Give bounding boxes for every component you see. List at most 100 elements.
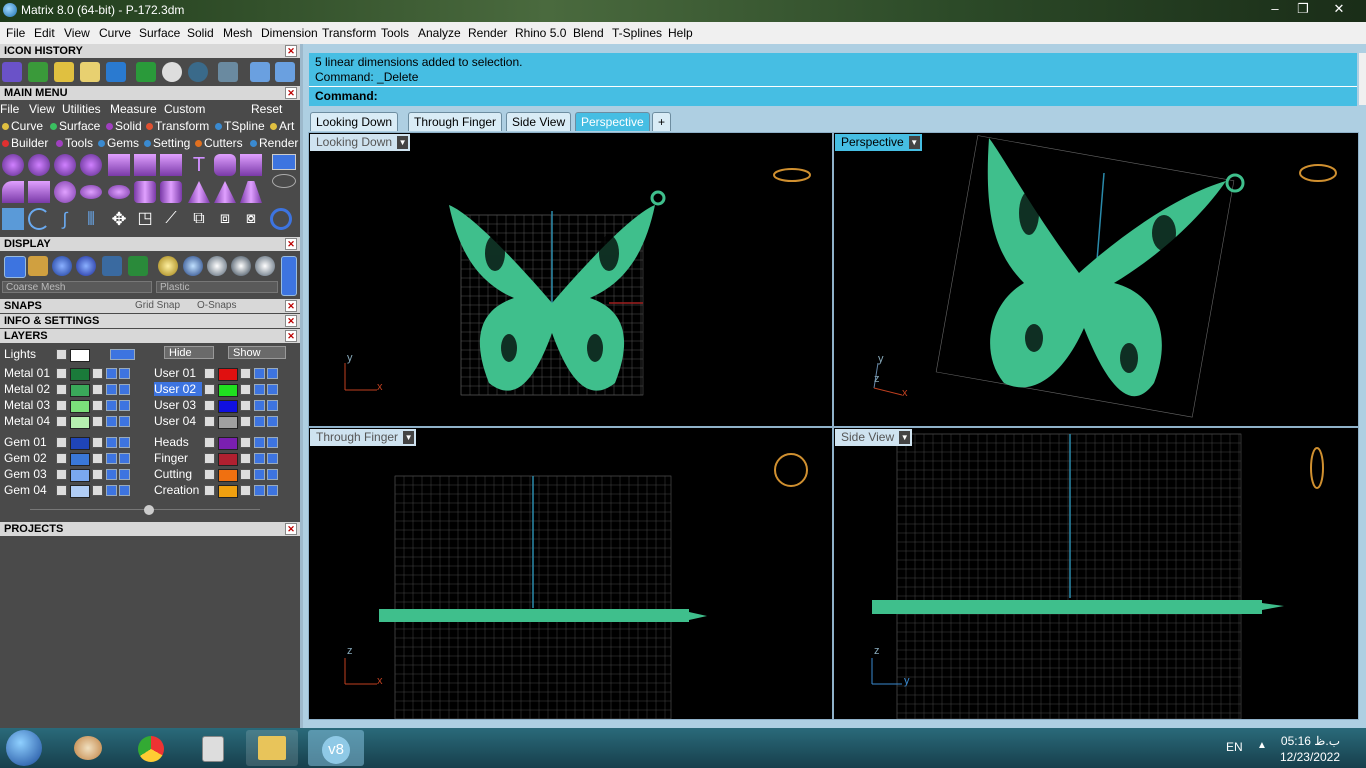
add-tab-button[interactable]: + [652,112,672,131]
ellipse-icon[interactable] [272,174,296,188]
lock-icon[interactable] [92,437,103,448]
expand-icon[interactable] [56,368,67,379]
menu-transform[interactable]: Transform [322,26,376,40]
layer-row[interactable]: User 01 [154,366,294,381]
blue-material-icon[interactable] [183,256,203,276]
grid-icon[interactable] [136,62,156,82]
truncated-cone-icon[interactable] [240,181,262,203]
mm-custom[interactable]: Custom [164,102,205,116]
layer-color-swatch[interactable] [70,485,90,498]
close-icon[interactable]: ✕ [285,87,297,99]
command-scrollbar[interactable] [1359,53,1366,105]
lock-icon[interactable] [240,368,251,379]
light-visibility-toggle[interactable] [110,349,135,360]
layer-visibility-toggle[interactable] [106,453,117,464]
layer-color-swatch[interactable] [218,368,238,381]
lock-icon[interactable] [92,469,103,480]
layer-visibility-toggle[interactable] [254,437,265,448]
layer-visibility-toggle[interactable] [254,400,265,411]
layer-active-toggle[interactable] [119,453,130,464]
curve-tool-icon[interactable] [54,154,76,176]
array-icon[interactable] [2,208,24,230]
layer-visibility-toggle[interactable] [254,469,265,480]
layer-visibility-toggle[interactable] [106,485,117,496]
layer-row[interactable]: Metal 02 [4,382,144,397]
sphere-icon[interactable] [54,181,76,203]
close-button[interactable]: ✕ [1326,0,1352,18]
taskbar-explorer[interactable] [246,730,298,766]
layer-color-swatch[interactable] [70,469,90,482]
layer-row[interactable]: Gem 03 [4,467,144,482]
expand-icon[interactable] [204,368,215,379]
osnaps-toggle[interactable]: O-Snaps [197,299,236,313]
layer-color-swatch[interactable] [70,437,90,450]
layer-active-toggle[interactable] [119,416,130,427]
layer-visibility-toggle[interactable] [254,453,265,464]
cube-icon[interactable] [28,181,50,203]
layer-row[interactable]: Creation [154,483,294,498]
layer-row[interactable]: Metal 01 [4,366,144,381]
layer-color-swatch[interactable] [70,416,90,429]
text-icon[interactable]: T [188,154,210,176]
rotate-icon[interactable] [28,208,50,230]
expand-icon[interactable] [204,453,215,464]
layer-row[interactable]: User 03 [154,398,294,413]
layer-name[interactable]: Gem 02 [4,451,64,465]
globe-icon[interactable] [188,62,208,82]
layer-row[interactable]: User 04 [154,414,294,429]
hide-button[interactable]: Hide [164,346,214,359]
expand-icon[interactable] [204,416,215,427]
builder-gems[interactable]: Gems [98,136,139,150]
display-toggle-icon[interactable] [281,256,297,296]
silver-material-icon[interactable] [207,256,227,276]
layer-visibility-toggle[interactable] [254,368,265,379]
layer-name[interactable]: Metal 01 [4,366,64,380]
menu-file[interactable]: File [6,26,25,40]
material-dropdown[interactable]: Plastic [156,281,278,293]
layer-name[interactable]: Metal 03 [4,398,64,412]
layer-row[interactable]: Metal 04 [4,414,144,429]
builder-setting[interactable]: Setting [144,136,190,150]
ellipsoid-icon[interactable] [80,185,102,199]
curve-flow-icon[interactable]: ∫ [54,208,76,230]
clock[interactable]: 05:16 ب.ظ 12/23/2022 [1280,733,1340,765]
lock-icon[interactable] [92,384,103,395]
layer-name[interactable]: Gem 01 [4,435,64,449]
gizmo-icon[interactable] [28,256,48,276]
layer-color-swatch[interactable] [70,453,90,466]
cone-icon[interactable] [106,62,126,82]
cone-icon[interactable] [188,181,210,203]
layer-row[interactable]: User 02 [154,382,294,397]
lock-icon[interactable] [240,485,251,496]
layer-color-swatch[interactable] [70,400,90,413]
taskbar-calculator[interactable] [186,730,238,766]
expand-icon[interactable] [56,485,67,496]
curve-tool-icon[interactable] [28,154,50,176]
layer-name[interactable]: User 02 [154,382,202,396]
box-icon[interactable] [80,62,100,82]
curve-tool-icon[interactable] [2,154,24,176]
cube-icon[interactable] [160,154,182,176]
layer-color-swatch[interactable] [218,485,238,498]
builder-render[interactable]: Render [250,136,298,150]
tab-through-finger[interactable]: Through Finger [408,112,503,131]
menu-mesh[interactable]: Mesh [223,26,252,40]
expand-icon[interactable] [56,469,67,480]
menu-analyze[interactable]: Analyze [418,26,461,40]
layer-visibility-toggle[interactable] [254,416,265,427]
back-arrow-icon[interactable] [250,62,270,82]
move-icon[interactable]: ✥ [108,208,130,230]
history-tool-icon[interactable] [2,62,22,82]
expand-icon[interactable] [204,400,215,411]
collapse-icon[interactable] [144,505,154,515]
layer-active-toggle[interactable] [119,485,130,496]
scale-icon[interactable]: ◳ [134,208,156,230]
layer-active-toggle[interactable] [267,453,278,464]
layer-row[interactable]: Gem 01 [4,435,144,450]
resize-icon[interactable] [218,62,238,82]
menu-dimension[interactable]: Dimension [261,26,318,40]
glass-material-icon[interactable] [231,256,251,276]
builder-solid[interactable]: Solid [106,119,142,133]
layer-active-toggle[interactable] [119,368,130,379]
lock-icon[interactable] [240,400,251,411]
